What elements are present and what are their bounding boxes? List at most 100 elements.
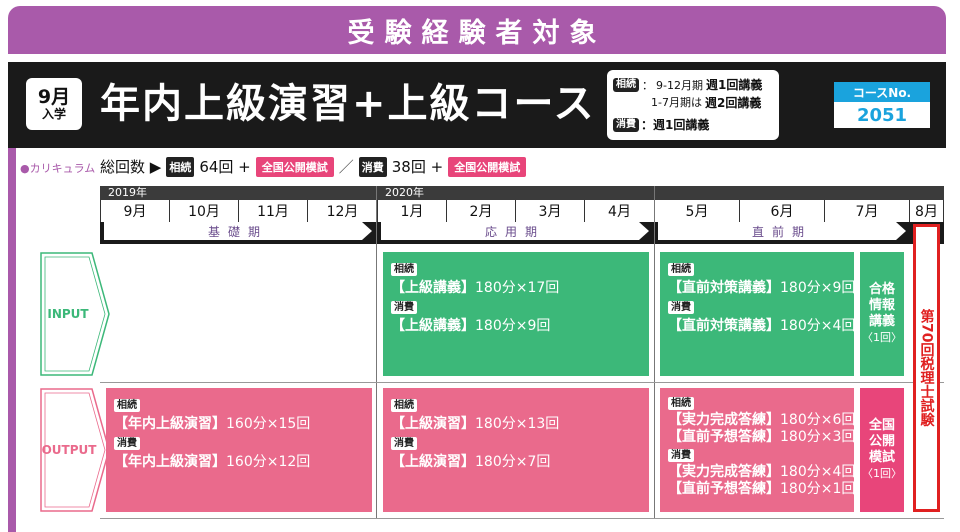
- month-9: 9月: [100, 200, 169, 222]
- summary-tag-shohi: 消費: [358, 156, 387, 177]
- phase-basic: 基礎期: [104, 222, 372, 240]
- year-2020: 2020年: [377, 186, 914, 200]
- course-detail: 180分×4回: [780, 464, 856, 480]
- output-label-text: OUTPUT: [41, 443, 97, 457]
- course-detail: 180分×6回: [780, 412, 856, 428]
- course-name: 【上級講義】: [391, 318, 475, 334]
- tag-shohi: 消費: [668, 301, 694, 314]
- course-number-value: 2051: [856, 104, 908, 126]
- tag-shohi: 消費: [391, 301, 417, 314]
- bottom-line: [100, 518, 944, 519]
- course-name: 【年内上級演習】: [114, 454, 226, 470]
- month-10: 10月: [169, 200, 238, 222]
- course-name: 【上級演習】: [391, 454, 475, 470]
- course-name: 【実力完成答練】: [668, 464, 780, 480]
- course-name: 【上級演習】: [391, 416, 475, 432]
- course-detail: 180分×4回: [780, 318, 856, 334]
- phase-apply-label: 応用期: [484, 224, 545, 239]
- phase-apply: 応用期: [381, 222, 649, 240]
- month-3: 3月: [515, 200, 584, 222]
- summary-tag-sokuzoku: 相続: [166, 156, 195, 177]
- weekly-3: ：週1回講義: [641, 118, 710, 132]
- weekly-2: 週2回講義: [704, 96, 762, 110]
- tag-sokuzoku: 相続: [114, 399, 140, 412]
- month-12: 12月: [307, 200, 377, 222]
- course-detail: 180分×9回: [475, 318, 551, 334]
- course-name: 【実力完成答練】: [668, 412, 780, 428]
- summary-count-2: 38回 +: [391, 158, 444, 176]
- period-2: 1-7月期は: [651, 96, 702, 109]
- phase-final: 直前期: [658, 222, 906, 240]
- course-detail: 160分×15回: [226, 416, 311, 432]
- pass-info-block: 合格 情報 講義 〈1回〉: [860, 252, 904, 376]
- total-count-label: 総回数 ▶: [100, 158, 162, 176]
- pass-info-count: 〈1回〉: [862, 331, 902, 344]
- month-8: 8月: [909, 200, 944, 222]
- month-7: 7月: [824, 200, 909, 222]
- month-4: 4月: [584, 200, 654, 222]
- period-1: 9-12月期: [656, 78, 703, 92]
- tax-accountant-exam-box: 第70回税理士試験: [913, 224, 940, 512]
- course-detail: 180分×17回: [475, 280, 560, 296]
- course-name: 【直前予想答練】: [668, 481, 780, 497]
- summary-mock-2: 全国公開模試: [448, 156, 527, 177]
- input-final-block: 相続 【直前対策講義】180分×9回 消費 【直前対策講義】180分×4回: [660, 252, 856, 376]
- input-label-text: INPUT: [47, 307, 89, 321]
- tag-shohi: 消費: [391, 437, 417, 450]
- tag-sokuzoku: 相続: [391, 399, 417, 412]
- pass-info-line-3: 講義: [868, 314, 895, 329]
- audience-banner: 受験経験者対象: [8, 6, 946, 54]
- curriculum-label: ●カリキュラム: [20, 162, 96, 175]
- phase-basic-label: 基礎期: [207, 224, 268, 239]
- input-row-label: INPUT: [40, 252, 110, 376]
- tag-sokuzoku: 相続: [668, 263, 694, 276]
- course-detail: 180分×7回: [475, 454, 551, 470]
- course-detail: 180分×3回: [780, 429, 856, 445]
- exam-label: 第70回税理士試験: [918, 309, 935, 427]
- course-detail: 180分×1回: [780, 481, 856, 497]
- tag-shohi: 消費: [114, 437, 140, 450]
- year-2019: 2019年: [100, 186, 376, 200]
- output-basic-block: 相続 【年内上級演習】160分×15回 消費 【年内上級演習】160分×12回: [106, 388, 372, 512]
- tag-sokuzoku: 相続: [391, 263, 417, 276]
- tag-shohi: 消費: [613, 117, 639, 132]
- tag-shohi: 消費: [668, 449, 694, 462]
- pass-info-line-2: 情報: [868, 298, 895, 313]
- course-title: 年内上級演習+上級コース: [100, 81, 596, 127]
- tag-sokuzoku: 相続: [668, 397, 694, 410]
- mock-line-3: 模試: [868, 450, 895, 465]
- course-detail: 180分×13回: [475, 416, 560, 432]
- mock-exam-block: 全国 公開 模試 〈1回〉: [860, 388, 904, 512]
- course-name: 【直前対策講義】: [668, 280, 780, 296]
- course-name: 【年内上級演習】: [114, 416, 226, 432]
- divider-final: [654, 186, 655, 518]
- curriculum-summary: 総回数 ▶ 相続 64回 + 全国公開模試 ／ 消費 38回 + 全国公開模試: [100, 156, 527, 177]
- lecture-frequency-box: 相続 ： 9-12月期 週1回講義 1-7月期は 週2回講義 消費 ：週1回講義: [607, 70, 779, 140]
- mock-line-2: 公開: [868, 434, 895, 449]
- summary-mock-1: 全国公開模試: [255, 156, 334, 177]
- output-final-block: 相続 【実力完成答練】180分×6回 【直前予想答練】180分×3回 消費 【実…: [660, 388, 856, 512]
- course-name: 【直前対策講義】: [668, 318, 780, 334]
- month-6: 6月: [739, 200, 824, 222]
- divider-2020: [376, 186, 377, 518]
- month-1: 1月: [377, 200, 446, 222]
- input-apply-block: 相続 【上級講義】180分×17回 消費 【上級講義】180分×9回: [383, 252, 649, 376]
- mock-count: 〈1回〉: [862, 467, 902, 480]
- output-row-label: OUTPUT: [40, 388, 110, 512]
- month-5: 5月: [654, 200, 739, 222]
- enroll-label: 入学: [41, 107, 66, 121]
- summary-count-1: 64回 +: [199, 158, 251, 176]
- course-detail: 160分×12回: [226, 454, 311, 470]
- weekly-1: 週1回講義: [705, 78, 763, 92]
- year-2020-tail: [914, 186, 944, 200]
- month-11: 11月: [238, 200, 307, 222]
- start-month: 9月: [37, 86, 71, 108]
- month-2: 2月: [446, 200, 515, 222]
- output-apply-block: 相続 【上級演習】180分×13回 消費 【上級演習】180分×7回: [383, 388, 649, 512]
- course-detail: 180分×9回: [780, 280, 856, 296]
- course-name: 【上級講義】: [391, 280, 475, 296]
- left-accent-rule: [8, 148, 16, 532]
- row-divider: [100, 382, 944, 383]
- pass-info-line-1: 合格: [868, 282, 895, 297]
- summary-slash: ／: [338, 158, 354, 176]
